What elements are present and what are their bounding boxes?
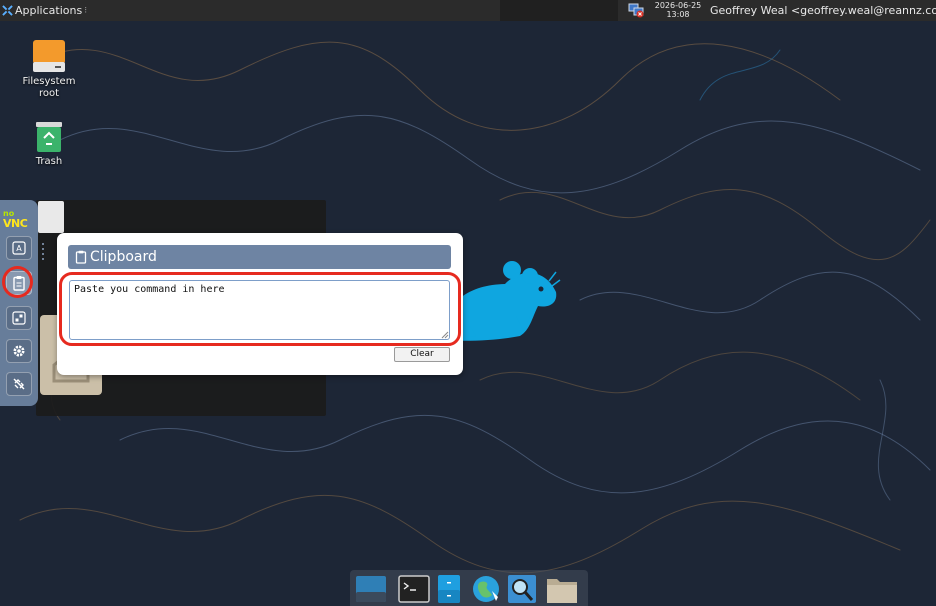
fullscreen-button[interactable]: [6, 306, 32, 330]
app-finder-icon[interactable]: [506, 574, 538, 604]
trash-icon[interactable]: Trash: [20, 120, 78, 168]
novnc-control-bar: no VNC A: [0, 200, 38, 406]
clipboard-title-icon: [75, 250, 87, 264]
clipboard-header: Clipboard: [68, 245, 451, 269]
control-bar-handle[interactable]: [40, 240, 46, 266]
file-manager-icon[interactable]: [434, 574, 466, 604]
novnc-logo: no VNC: [3, 209, 28, 230]
dock: [350, 570, 588, 606]
window-buttons-area: [500, 0, 618, 21]
clipboard-button-highlight: [2, 266, 33, 298]
keyboard-icon: A: [12, 241, 26, 255]
gear-icon: [13, 345, 25, 357]
filesystem-label: Filesystem root: [22, 76, 76, 99]
keyboard-button[interactable]: A: [6, 236, 32, 260]
show-desktop-icon[interactable]: [355, 574, 387, 604]
clipboard-panel: Clipboard Paste you command in here Clea…: [57, 233, 463, 375]
disconnect-button[interactable]: [6, 372, 32, 396]
clock-time: 13:08: [666, 10, 690, 19]
filesystem-root-icon[interactable]: Filesystem root: [16, 38, 82, 100]
top-panel: Applications ⁝ 2026-06-25 13:08 Geoffrey…: [0, 0, 936, 21]
trash-label: Trash: [35, 156, 63, 167]
clear-button[interactable]: Clear: [394, 347, 450, 362]
user-menu[interactable]: Geoffrey Weal <geoffrey.weal@reannz.co.n…: [710, 0, 936, 21]
applications-menu[interactable]: Applications ⁝: [0, 0, 87, 21]
applications-label: Applications: [15, 4, 83, 17]
clock-date: 2026-06-25: [654, 1, 702, 10]
menu-separator-icon: ⁝: [84, 5, 88, 16]
clipboard-text-highlight: [59, 272, 461, 346]
network-disconnected-icon[interactable]: [628, 3, 644, 18]
xfce-logo-icon: [2, 5, 13, 16]
clock[interactable]: 2026-06-25 13:08: [651, 1, 705, 19]
disconnect-icon: [13, 378, 25, 390]
drive-icon: [33, 40, 65, 72]
desktop: Applications ⁝ 2026-06-25 13:08 Geoffrey…: [0, 0, 936, 606]
document-icon: [38, 201, 64, 233]
web-browser-icon[interactable]: [470, 574, 502, 604]
clipboard-title: Clipboard: [90, 249, 157, 265]
settings-button[interactable]: [6, 339, 32, 363]
home-folder-dock-icon[interactable]: [546, 574, 578, 604]
recycle-bin-icon: [36, 122, 62, 152]
fullscreen-icon: [12, 311, 26, 325]
svg-text:A: A: [16, 244, 22, 253]
terminal-icon[interactable]: [398, 574, 430, 604]
